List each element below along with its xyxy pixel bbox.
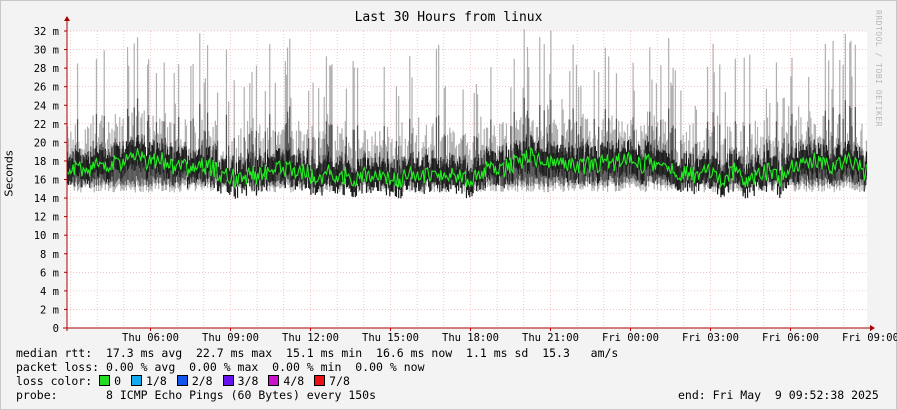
y-tick-label: 14 m xyxy=(34,193,59,205)
x-tick-label: Fri 06:00 xyxy=(762,332,819,344)
loss-color-item: 3/8 xyxy=(222,374,259,388)
loss-color-item-label: 7/8 xyxy=(329,374,350,388)
loss-color-legend: loss color: 0 1/8 2/8 3/8 4/8 7/8 xyxy=(16,374,360,388)
loss-color-swatch xyxy=(268,375,280,386)
y-tick-label: 32 m xyxy=(34,26,59,38)
loss-color-swatch xyxy=(314,375,326,386)
x-tick-label: Fri 00:00 xyxy=(602,332,659,344)
y-tick-label: 24 m xyxy=(34,100,59,112)
loss-color-item: 4/8 xyxy=(268,374,304,388)
packet-loss-legend: packet loss: 0.00 % avg 0.00 % max 0.00 … xyxy=(16,360,425,374)
x-tick-label: Fri 03:00 xyxy=(682,332,739,344)
x-tick-label: Thu 21:00 xyxy=(522,332,579,344)
loss-color-swatch xyxy=(99,375,111,386)
x-tick-labels: Thu 06:00 Thu 09:00 Thu 12:00 Thu 15:00 Thu … xyxy=(122,328,897,344)
loss-color-item: 2/8 xyxy=(176,374,213,388)
loss-color-item: 1/8 xyxy=(131,374,167,388)
y-tick-labels: 0 2 m 4 m 6 m 8 m 10 m 12 m 14 m 16 m 18 m 20 m 22 … xyxy=(34,26,67,335)
loss-color-item-label: 1/8 xyxy=(146,374,167,388)
loss-color-swatch xyxy=(222,375,234,386)
y-tick-label: 6 m xyxy=(40,267,59,279)
y-tick-label: 28 m xyxy=(34,63,59,75)
x-tick-label: Thu 09:00 xyxy=(202,332,259,344)
y-tick-label: 0 xyxy=(53,323,59,335)
x-tick-label: Thu 18:00 xyxy=(442,332,499,344)
y-tick-label: 16 m xyxy=(34,175,59,187)
end-timestamp: end: Fri May 9 09:52:38 2025 xyxy=(678,388,879,402)
y-tick-label: 30 m xyxy=(34,45,59,57)
loss-color-item: 0 xyxy=(99,374,121,388)
median-rtt-legend: median rtt: 17.3 ms avg 22.7 ms max 15.1… xyxy=(16,346,619,360)
y-tick-label: 20 m xyxy=(34,137,59,149)
x-tick-label: Thu 15:00 xyxy=(362,332,419,344)
y-tick-label: 2 m xyxy=(40,304,59,316)
loss-color-swatch xyxy=(131,375,143,386)
y-tick-label: 12 m xyxy=(34,212,59,224)
x-tick-label: Thu 06:00 xyxy=(122,332,179,344)
y-tick-label: 22 m xyxy=(34,119,59,131)
loss-color-label: loss color: xyxy=(16,374,93,388)
x-tick-label: Fri 09:00 xyxy=(842,332,897,344)
x-tick-label: Thu 12:00 xyxy=(282,332,339,344)
y-tick-label: 26 m xyxy=(34,82,59,94)
loss-color-item-label: 4/8 xyxy=(283,374,305,388)
y-axis-arrow xyxy=(64,16,70,21)
loss-color-items: 0 1/8 2/8 3/8 4/8 7/8 xyxy=(99,374,360,388)
y-tick-label: 8 m xyxy=(40,249,59,261)
loss-color-item-label: 0 xyxy=(114,374,122,388)
loss-color-item-label: 3/8 xyxy=(237,374,259,388)
loss-color-item: 7/8 xyxy=(314,374,350,388)
smokeping-plot: 0 2 m 4 m 6 m 8 m 10 m 12 m 14 m 16 m 18 m 20 m 22 … xyxy=(34,16,897,344)
y-tick-label: 18 m xyxy=(34,156,59,168)
probe-legend: probe: 8 ICMP Echo Pings (60 Bytes) ever… xyxy=(16,388,377,402)
loss-color-item-label: 2/8 xyxy=(191,374,213,388)
y-tick-label: 10 m xyxy=(34,230,59,242)
y-tick-label: 4 m xyxy=(40,286,59,298)
loss-color-swatch xyxy=(176,375,188,386)
